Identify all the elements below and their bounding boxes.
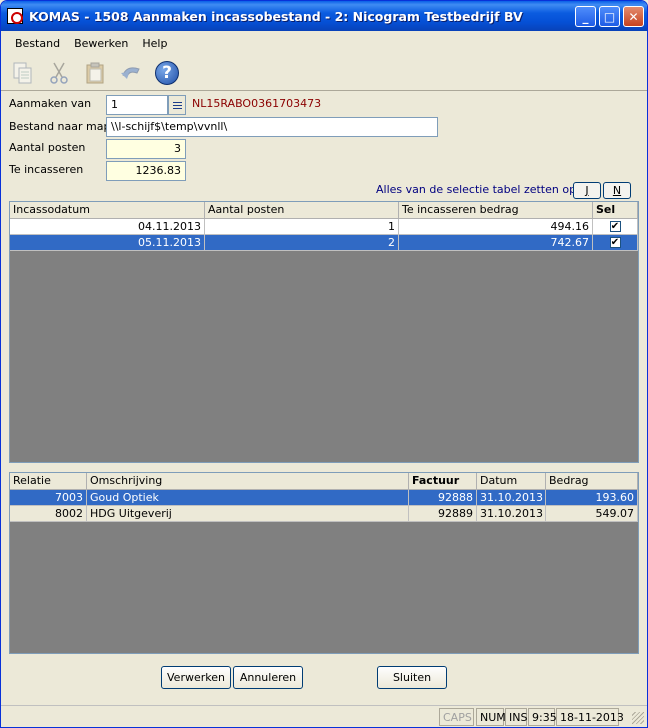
cell-datum: 31.10.2013	[477, 506, 546, 522]
table-row-selected[interactable]: 05.11.2013 2 742.67 ✔	[10, 235, 638, 251]
menu-bar: Bestand Bewerken Help	[1, 31, 647, 55]
help-glyph: ?	[155, 60, 179, 85]
cell-datum: 31.10.2013	[477, 490, 546, 506]
sel-cell: ✔	[593, 219, 638, 235]
lookup-list-icon[interactable]	[168, 95, 186, 115]
cell-bedrag: 742.67	[399, 235, 593, 251]
col-relatie[interactable]: Relatie	[10, 473, 87, 490]
paste-icon[interactable]	[79, 57, 111, 89]
cell-bedrag: 193.60	[546, 490, 638, 506]
status-caps: CAPS	[439, 708, 474, 726]
incasso-date-table: Incassodatum Aantal posten Te incasseren…	[9, 201, 639, 463]
cell-omschrijving: Goud Optiek	[87, 490, 409, 506]
annuleren-button[interactable]: Annuleren	[233, 666, 303, 689]
window-title: KOMAS - 1508 Aanmaken incassobestand - 2…	[29, 8, 523, 24]
cell-incassodatum: 05.11.2013	[10, 235, 205, 251]
undo-icon[interactable]	[115, 57, 147, 89]
cell-bedrag: 494.16	[399, 219, 593, 235]
incasso-table-header: Incassodatum Aantal posten Te incasseren…	[10, 202, 638, 219]
cell-bedrag: 549.07	[546, 506, 638, 522]
select-all-n-button[interactable]: N	[603, 182, 631, 199]
te-incasseren-label: Te incasseren	[9, 163, 84, 176]
resize-grip-icon[interactable]	[632, 712, 644, 724]
iban-text: NL15RABO0361703473	[192, 97, 322, 110]
menu-bewerken[interactable]: Bewerken	[68, 35, 134, 52]
help-icon[interactable]: ?	[151, 57, 183, 89]
sluiten-button[interactable]: Sluiten	[377, 666, 447, 689]
col-incassodatum[interactable]: Incassodatum	[10, 202, 205, 219]
toolbar: ?	[1, 55, 647, 91]
cell-factuur: 92888	[409, 490, 477, 506]
bestand-label: Bestand naar map	[9, 120, 111, 133]
title-bar: KOMAS - 1508 Aanmaken incassobestand - 2…	[1, 1, 647, 31]
menu-bestand[interactable]: Bestand	[9, 35, 66, 52]
table-row[interactable]: 04.11.2013 1 494.16 ✔	[10, 219, 638, 235]
col-omschrijving[interactable]: Omschrijving	[87, 473, 409, 490]
aanmaken-van-input[interactable]: 1	[106, 95, 168, 115]
status-date: 18-11-2013	[556, 708, 624, 726]
menu-help[interactable]: Help	[136, 35, 173, 52]
aantal-posten-field: 3	[106, 139, 186, 159]
sel-cell: ✔	[593, 235, 638, 251]
close-button[interactable]: ✕	[623, 6, 644, 27]
sel-checkbox[interactable]: ✔	[609, 221, 621, 232]
verwerken-button[interactable]: Verwerken	[161, 666, 231, 689]
cut-icon[interactable]	[43, 57, 75, 89]
te-incasseren-field: 1236.83	[106, 161, 186, 181]
col-datum[interactable]: Datum	[477, 473, 546, 490]
select-all-j-button[interactable]: J	[573, 182, 601, 199]
cell-incassodatum: 04.11.2013	[10, 219, 205, 235]
aantal-posten-label: Aantal posten	[9, 141, 86, 154]
col-aantal-posten[interactable]: Aantal posten	[205, 202, 399, 219]
col-sel[interactable]: Sel	[593, 202, 638, 219]
selectie-instruction: Alles van de selectie tabel zetten op	[376, 183, 577, 196]
invoice-table-header: Relatie Omschrijving Factuur Datum Bedra…	[10, 473, 638, 490]
aanmaken-van-label: Aanmaken van	[9, 97, 92, 110]
cell-aantal-posten: 2	[205, 235, 399, 251]
col-factuur[interactable]: Factuur	[409, 473, 477, 490]
bestand-path-input[interactable]: \\l-schijf$\temp\vvnll\	[106, 117, 438, 137]
copy-icon[interactable]	[7, 57, 39, 89]
application-window: KOMAS - 1508 Aanmaken incassobestand - 2…	[0, 0, 648, 728]
col-bedrag[interactable]: Bedrag	[546, 473, 638, 490]
status-bar: CAPS NUM INS 9:35 18-11-2013	[1, 705, 647, 727]
sel-checkbox[interactable]: ✔	[609, 237, 621, 248]
table-row-selected[interactable]: 7003 Goud Optiek 92888 31.10.2013 193.60	[10, 490, 638, 506]
komas-app-icon	[7, 8, 23, 24]
cell-factuur: 92889	[409, 506, 477, 522]
table-row[interactable]: 8002 HDG Uitgeverij 92889 31.10.2013 549…	[10, 506, 638, 522]
status-ins: INS	[505, 708, 527, 726]
minimize-button[interactable]: _	[575, 6, 596, 27]
cell-relatie: 8002	[10, 506, 87, 522]
status-time: 9:35	[528, 708, 557, 726]
cell-aantal-posten: 1	[205, 219, 399, 235]
col-te-incasseren-bedrag[interactable]: Te incasseren bedrag	[399, 202, 593, 219]
cell-relatie: 7003	[10, 490, 87, 506]
invoice-table: Relatie Omschrijving Factuur Datum Bedra…	[9, 472, 639, 654]
status-num: NUM	[476, 708, 506, 726]
cell-omschrijving: HDG Uitgeverij	[87, 506, 409, 522]
maximize-button[interactable]: □	[599, 6, 620, 27]
